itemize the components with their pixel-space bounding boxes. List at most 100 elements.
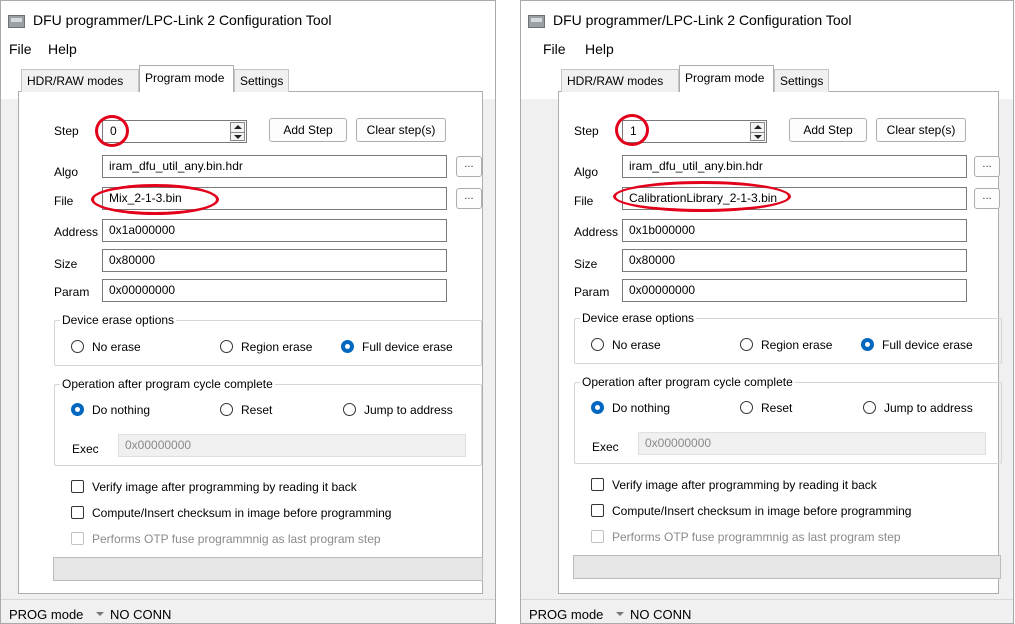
window-title: DFU programmer/LPC-Link 2 Configuration … (33, 12, 332, 28)
step-value: 1 (630, 124, 637, 138)
algo-field[interactable]: iram_dfu_util_any.bin.hdr (622, 155, 967, 178)
menu-help[interactable]: Help (48, 41, 77, 57)
radio-no-erase[interactable]: No erase (71, 339, 141, 355)
erase-options-title: Device erase options (60, 313, 177, 327)
status-bar: PROG mode NO CONN (1, 599, 495, 623)
step-spin-buttons[interactable] (750, 122, 765, 141)
size-field[interactable]: 0x80000 (102, 249, 447, 272)
radio-region-erase[interactable]: Region erase (220, 339, 312, 355)
after-program-group: Operation after program cycle complete D… (574, 375, 1002, 464)
status-connection: NO CONN (110, 607, 172, 622)
menu-bar: File Help (1, 39, 495, 61)
after-program-title: Operation after program cycle complete (60, 377, 275, 391)
algo-field[interactable]: iram_dfu_util_any.bin.hdr (102, 155, 447, 178)
param-label: Param (574, 285, 610, 299)
size-label: Size (54, 257, 78, 271)
radio-do-nothing[interactable]: Do nothing (71, 402, 150, 418)
radio-circle-icon (71, 340, 84, 354)
tab-program-mode[interactable]: Program mode (679, 65, 774, 92)
otp-fuse-checkbox: Performs OTP fuse programmnig as last pr… (591, 529, 901, 545)
menu-file[interactable]: File (9, 41, 32, 57)
checksum-checkbox[interactable]: Compute/Insert checksum in image before … (71, 505, 391, 521)
checkbox-icon (591, 478, 604, 492)
dropdown-arrow-icon[interactable] (96, 612, 104, 616)
radio-selected-icon (591, 401, 604, 415)
file-label: File (54, 194, 74, 208)
exec-field: 0x00000000 (638, 432, 986, 455)
add-step-button[interactable]: Add Step (269, 118, 347, 142)
menu-file[interactable]: File (543, 41, 566, 57)
exec-label: Exec (592, 440, 619, 454)
erase-options-group: Device erase options No erase Region era… (54, 313, 482, 366)
radio-reset[interactable]: Reset (740, 400, 792, 416)
radio-region-erase[interactable]: Region erase (740, 337, 832, 353)
file-field[interactable]: Mix_2-1-3.bin (102, 187, 447, 210)
status-mode: PROG mode (529, 607, 604, 622)
program-mode-panel: Step 1 Add Step Clear step(s) Algo iram_… (558, 92, 1002, 594)
spin-up-icon[interactable] (231, 123, 244, 132)
tab-hdr-raw-modes[interactable]: HDR/RAW modes (21, 69, 139, 92)
radio-circle-icon (591, 338, 604, 352)
spin-down-icon[interactable] (751, 132, 764, 141)
app-icon (8, 15, 25, 28)
program-mode-panel: Step 0 Add Step Clear step(s) Algo iram_… (18, 92, 483, 594)
radio-selected-icon (341, 340, 354, 354)
checkbox-icon (591, 530, 604, 544)
radio-reset[interactable]: Reset (220, 402, 272, 418)
radio-circle-icon (220, 340, 233, 354)
radio-circle-icon (740, 401, 753, 415)
window-step-0: DFU programmer/LPC-Link 2 Configuration … (0, 0, 496, 624)
radio-jump-to-address[interactable]: Jump to address (863, 400, 973, 416)
algo-browse-button[interactable]: ... (456, 156, 482, 177)
tab-settings[interactable]: Settings (234, 69, 289, 92)
spin-down-icon[interactable] (231, 132, 244, 141)
erase-options-group: Device erase options No erase Region era… (574, 311, 1002, 364)
radio-jump-to-address[interactable]: Jump to address (343, 402, 453, 418)
clear-steps-button[interactable]: Clear step(s) (876, 118, 966, 142)
checksum-checkbox[interactable]: Compute/Insert checksum in image before … (591, 503, 911, 519)
size-label: Size (574, 257, 598, 271)
checkbox-icon (71, 506, 84, 520)
radio-do-nothing[interactable]: Do nothing (591, 400, 670, 416)
tab-settings[interactable]: Settings (774, 69, 829, 92)
title-bar[interactable]: DFU programmer/LPC-Link 2 Configuration … (521, 1, 1013, 39)
verify-checkbox[interactable]: Verify image after programming by readin… (591, 477, 877, 493)
radio-selected-icon (861, 338, 874, 352)
address-label: Address (574, 225, 619, 239)
radio-circle-icon (863, 401, 876, 415)
step-spinner[interactable]: 0 (102, 120, 247, 143)
file-field[interactable]: CalibrationLibrary_2-1-3.bin (622, 187, 967, 210)
file-browse-button[interactable]: ... (456, 188, 482, 209)
algo-browse-button[interactable]: ... (974, 156, 1000, 177)
radio-circle-icon (220, 403, 233, 417)
clear-steps-button[interactable]: Clear step(s) (356, 118, 446, 142)
step-value: 0 (110, 124, 117, 138)
param-field[interactable]: 0x00000000 (622, 279, 967, 302)
menu-help[interactable]: Help (585, 41, 614, 57)
radio-selected-icon (71, 403, 84, 417)
step-label: Step (574, 124, 599, 138)
file-browse-button[interactable]: ... (974, 188, 1000, 209)
tab-program-mode[interactable]: Program mode (139, 65, 234, 92)
window-step-1: DFU programmer/LPC-Link 2 Configuration … (520, 0, 1014, 624)
address-field[interactable]: 0x1b000000 (622, 219, 967, 242)
radio-full-device-erase[interactable]: Full device erase (861, 337, 973, 353)
address-field[interactable]: 0x1a000000 (102, 219, 447, 242)
verify-checkbox[interactable]: Verify image after programming by readin… (71, 479, 357, 495)
add-step-button[interactable]: Add Step (789, 118, 867, 142)
file-label: File (574, 194, 594, 208)
dropdown-arrow-icon[interactable] (616, 612, 624, 616)
title-bar[interactable]: DFU programmer/LPC-Link 2 Configuration … (1, 1, 495, 39)
menu-bar: File Help (521, 39, 1013, 61)
radio-no-erase[interactable]: No erase (591, 337, 661, 353)
step-spinner[interactable]: 1 (622, 120, 767, 143)
size-field[interactable]: 0x80000 (622, 249, 967, 272)
tab-hdr-raw-modes[interactable]: HDR/RAW modes (561, 69, 679, 92)
spin-up-icon[interactable] (751, 123, 764, 132)
step-spin-buttons[interactable] (230, 122, 245, 141)
checkbox-icon (591, 504, 604, 518)
param-field[interactable]: 0x00000000 (102, 279, 447, 302)
progress-bar (573, 555, 1001, 579)
radio-full-device-erase[interactable]: Full device erase (341, 339, 453, 355)
address-label: Address (54, 225, 99, 239)
